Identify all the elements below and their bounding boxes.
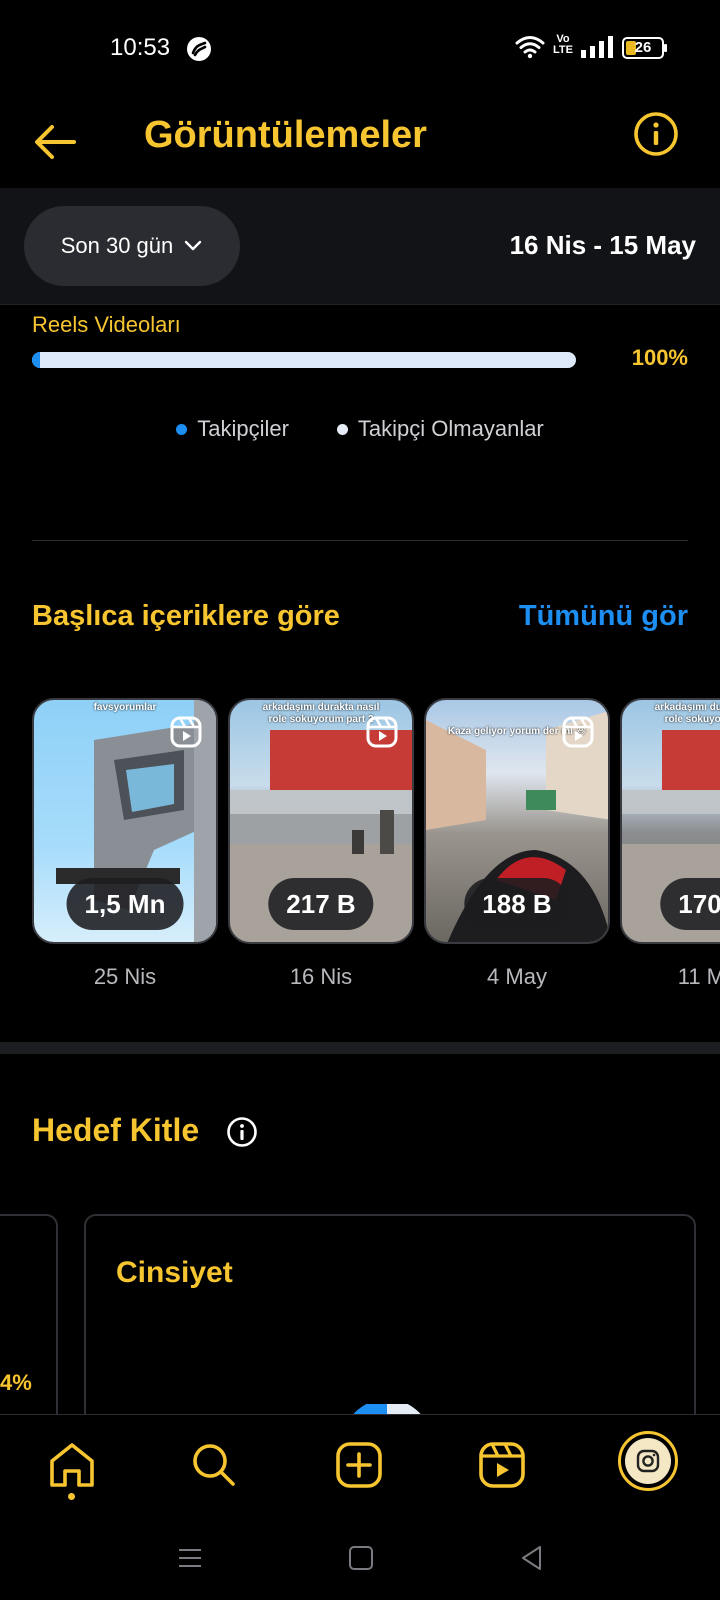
top-content-carousel[interactable]: favsyorumlar 1,5 Mn 25 Nis arkadaşımı du…	[32, 698, 720, 1008]
back-button-icon[interactable]	[518, 1544, 546, 1572]
reels-label: Reels Videoları	[32, 312, 181, 337]
non-followers-dot	[336, 423, 348, 435]
home-icon[interactable]	[46, 1439, 98, 1491]
thumbnail-image: favsyorumlar 1,5 Mn	[32, 698, 218, 944]
legend-item-followers: Takipçiler	[176, 416, 289, 442]
bottom-navigation	[0, 1414, 720, 1518]
page-title: Görüntülemeler	[144, 114, 427, 156]
legend: Takipçiler Takipçi Olmayanlar	[0, 416, 720, 442]
info-icon[interactable]	[226, 1116, 258, 1148]
thumbnail-caption: favsyorumlar	[93, 702, 157, 713]
status-time: 10:53	[110, 34, 171, 61]
legend-label: Takipçiler	[197, 416, 289, 441]
content-thumbnail[interactable]: arkadaşımı durakta nasıl role sokuyorum …	[620, 698, 720, 990]
wifi-icon	[515, 36, 545, 59]
content-thumbnail[interactable]: favsyorumlar 1,5 Mn 25 Nis	[32, 698, 218, 990]
thumbnail-caption: arkadaşımı durakta nasıl role sokuyorum …	[654, 702, 720, 725]
thumbnail-image: arkadaşımı durakta nasıl role sokuyorum …	[620, 698, 720, 944]
reels-icon	[170, 716, 202, 748]
date-range-bar: Son 30 gün 16 Nis - 15 May	[0, 188, 720, 305]
reels-progress-bar	[32, 352, 576, 368]
volte-indicator: Vo LTE	[553, 33, 573, 56]
thumbnail-date: 4 May	[487, 964, 547, 989]
thumbnail-image: arkadaşımı durakta nasıl role sokuyorum …	[228, 698, 414, 944]
range-dropdown-label: Son 30 gün	[60, 233, 174, 258]
home-button-icon[interactable]	[347, 1544, 375, 1572]
audience-card-previous[interactable]	[0, 1214, 58, 1434]
system-navigation	[0, 1518, 720, 1600]
view-count-pill: 170 B	[660, 878, 720, 930]
recent-apps-icon[interactable]	[176, 1544, 204, 1572]
active-indicator-dot	[68, 1493, 75, 1500]
view-count-pill: 188 B	[464, 878, 570, 930]
reels-icon[interactable]	[476, 1439, 528, 1491]
content-thumbnail[interactable]: arkadaşımı durakta nasıl role sokuyorum …	[228, 698, 414, 990]
header: Görüntülemeler	[0, 96, 720, 188]
section-separator	[0, 1042, 720, 1054]
thumbnail-date: 25 Nis	[93, 964, 157, 989]
battery-icon: 26	[622, 37, 664, 59]
thumbnail-date: 11 May	[677, 964, 720, 989]
profile-logo-icon	[625, 1438, 671, 1484]
chevron-down-icon	[185, 240, 202, 251]
search-icon[interactable]	[188, 1439, 240, 1491]
top-content-title: Başlıca içeriklere göre	[32, 600, 340, 632]
see-all-link[interactable]: Tümünü gör	[519, 600, 688, 633]
followers-fill	[32, 352, 40, 368]
reels-icon	[562, 716, 594, 748]
view-count-pill: 217 B	[268, 878, 374, 930]
back-arrow-icon[interactable]	[30, 116, 82, 168]
legend-item-non-followers: Takipçi Olmayanlar	[336, 416, 544, 442]
content-thumbnail[interactable]: Kaza geliyor yorum der mi 😃 188 B 4 May	[424, 698, 610, 990]
audience-title: Hedef Kitle	[32, 1112, 200, 1148]
profile-avatar[interactable]	[618, 1431, 678, 1491]
signal-icon	[581, 36, 613, 58]
legend-label: Takipçi Olmayanlar	[357, 416, 544, 441]
range-dropdown[interactable]: Son 30 gün	[24, 206, 240, 286]
audience-card-percent: 4%	[0, 1370, 32, 1395]
followers-dot	[176, 423, 188, 435]
app-notification-icon	[187, 37, 211, 61]
gender-title: Cinsiyet	[116, 1256, 233, 1289]
divider	[32, 540, 688, 541]
view-count-pill: 1,5 Mn	[66, 878, 184, 930]
thumbnail-image: Kaza geliyor yorum der mi 😃 188 B	[424, 698, 610, 944]
reels-percent: 100%	[631, 345, 688, 370]
thumbnail-date: 16 Nis	[289, 964, 353, 989]
date-range-text: 16 Nis - 15 May	[509, 230, 696, 260]
status-bar: 10:53 Vo LTE 26	[0, 0, 720, 96]
gender-card[interactable]: Cinsiyet	[84, 1214, 696, 1434]
create-post-icon[interactable]	[333, 1439, 385, 1491]
reels-icon	[366, 716, 398, 748]
info-icon[interactable]	[632, 110, 680, 158]
